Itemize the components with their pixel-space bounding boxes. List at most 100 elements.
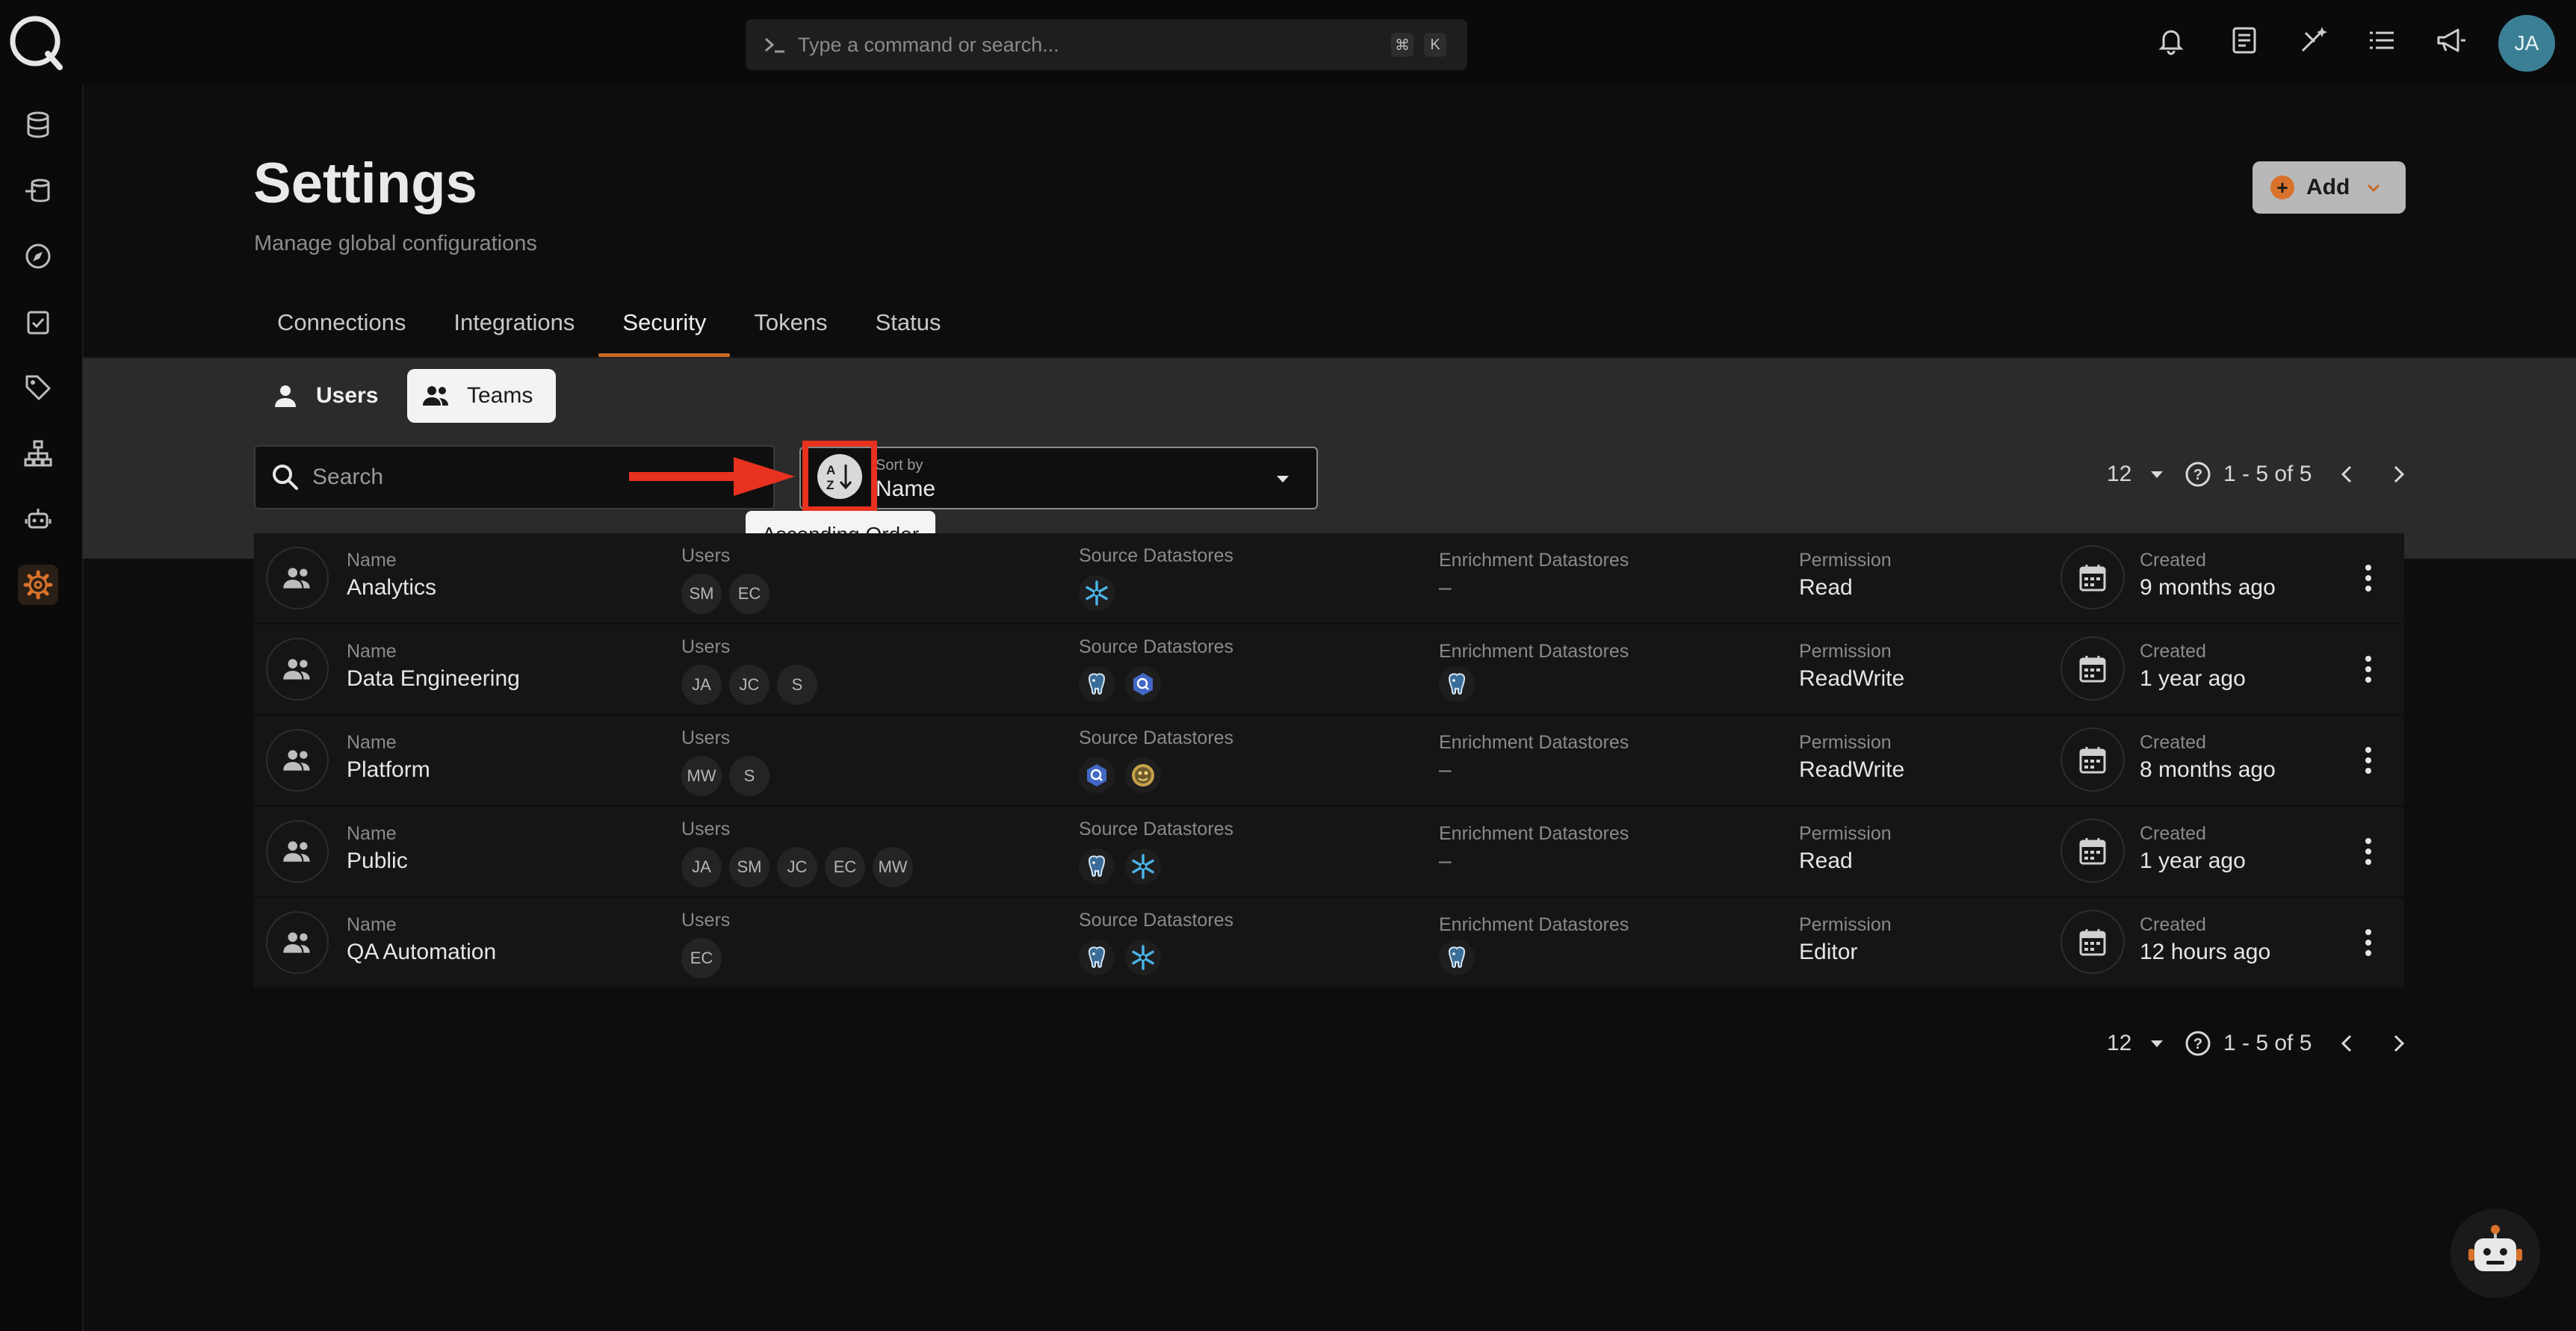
source-datastores-label: Source Datastores <box>1079 545 1234 566</box>
tab-integrations[interactable]: Integrations <box>430 299 598 357</box>
team-created: 1 year ago <box>2140 848 2246 873</box>
gear-icon <box>23 570 53 600</box>
chevron-left-icon[interactable] <box>2332 1028 2362 1058</box>
user-chip[interactable]: S <box>777 665 817 705</box>
user-chip[interactable]: EC <box>729 574 770 614</box>
sidebar-item-checks[interactable] <box>18 302 58 342</box>
user-chip[interactable]: SM <box>681 574 722 614</box>
team-name[interactable]: Public <box>347 848 408 874</box>
megaphone-icon[interactable] <box>2433 22 2468 58</box>
user-chip[interactable]: JC <box>729 665 770 705</box>
teams-toggle[interactable]: Teams <box>407 369 556 423</box>
sidebar-item-datastores[interactable] <box>18 105 58 145</box>
row-menu-button[interactable] <box>2353 560 2383 596</box>
user-chip[interactable]: JC <box>777 847 817 887</box>
tag-icon <box>25 375 51 400</box>
list-icon[interactable] <box>2364 22 2400 58</box>
calendar-icon <box>2079 929 2106 956</box>
row-menu-button[interactable] <box>2353 742 2383 778</box>
sidebar-item-tags[interactable] <box>18 367 58 408</box>
sidebar <box>0 85 84 1331</box>
assistant-bot-button[interactable] <box>2450 1209 2540 1298</box>
per-page-dropdown-icon[interactable] <box>2149 466 2165 483</box>
sidebar-item-explore[interactable] <box>18 236 58 276</box>
pagination-bottom: 12 ? 1 - 5 of 5 <box>2107 1025 2413 1062</box>
team-name[interactable]: Platform <box>347 757 430 783</box>
per-page-select[interactable]: 12 <box>2107 462 2134 487</box>
user-chip[interactable]: EC <box>825 847 865 887</box>
table-row[interactable]: Name Data Engineering Users JA JC S Source… <box>254 624 2404 716</box>
postgresql-icon[interactable] <box>1079 848 1115 884</box>
team-name[interactable]: QA Automation <box>347 940 496 965</box>
bigquery-icon[interactable] <box>1125 666 1161 702</box>
app-logo[interactable] <box>7 13 66 72</box>
user-chip[interactable]: SM <box>729 847 770 887</box>
postgresql-icon[interactable] <box>1079 940 1115 975</box>
row-menu-button[interactable] <box>2353 834 2383 869</box>
tab-security[interactable]: Security <box>598 299 731 357</box>
tab-tokens[interactable]: Tokens <box>730 299 851 357</box>
docs-icon[interactable] <box>2226 22 2262 58</box>
user-chip[interactable]: S <box>729 756 770 796</box>
sidebar-item-settings[interactable] <box>18 565 58 605</box>
created-label: Created <box>2140 914 2206 935</box>
help-icon[interactable]: ? <box>2185 1030 2211 1057</box>
users-toggle[interactable]: Users <box>253 369 378 423</box>
per-page-dropdown-icon[interactable] <box>2149 1035 2165 1052</box>
users-label: Users <box>681 727 731 748</box>
sidebar-item-enrichment[interactable] <box>18 170 58 211</box>
more-vertical-icon <box>2365 838 2371 865</box>
source-datastore-icons <box>1079 940 1171 975</box>
user-avatar[interactable]: JA <box>2498 15 2555 72</box>
row-menu-button[interactable] <box>2353 925 2383 961</box>
sidebar-item-flows[interactable] <box>18 433 58 474</box>
tab-connections[interactable]: Connections <box>253 299 430 357</box>
team-name[interactable]: Data Engineering <box>347 666 520 692</box>
user-chip[interactable]: JA <box>681 665 722 705</box>
calendar-icon <box>2079 838 2106 865</box>
postgresql-icon[interactable] <box>1439 940 1475 975</box>
postgresql-icon[interactable] <box>1079 666 1115 702</box>
chevron-right-icon[interactable] <box>2383 459 2413 489</box>
user-chip[interactable]: MW <box>873 847 913 887</box>
magic-wand-icon[interactable] <box>2295 22 2331 58</box>
row-menu-button[interactable] <box>2353 651 2383 687</box>
sort-direction-button[interactable]: A Z <box>802 441 877 512</box>
plus-icon: + <box>2270 176 2294 199</box>
tab-status[interactable]: Status <box>852 299 965 357</box>
table-row[interactable]: Name Platform Users MW S Source Datastore… <box>254 716 2404 807</box>
sort-by-select[interactable]: Sort by Name <box>799 447 1318 509</box>
svg-text:A: A <box>826 463 835 477</box>
team-name[interactable]: Analytics <box>347 575 436 601</box>
calendar-icon <box>2079 656 2106 683</box>
source-datastores-label: Source Datastores <box>1079 636 1234 657</box>
snowflake-icon[interactable] <box>1125 940 1161 975</box>
table-row[interactable]: Name Analytics Users SM EC Source Datasto… <box>254 533 2404 624</box>
help-icon[interactable]: ? <box>2185 461 2211 488</box>
add-button[interactable]: + Add <box>2253 161 2406 214</box>
bell-icon[interactable] <box>2153 22 2189 58</box>
team-avatar <box>266 638 329 701</box>
snowflake-icon[interactable] <box>1125 848 1161 884</box>
users-label: Users <box>681 819 731 840</box>
bigquery-icon[interactable] <box>1079 757 1115 793</box>
user-chip[interactable]: EC <box>681 938 722 978</box>
user-chips: SM EC <box>681 574 777 614</box>
table-row[interactable]: Name Public Users JA SM JC EC MW Source Data… <box>254 807 2404 898</box>
compass-icon <box>25 243 51 269</box>
users-label: Users <box>681 545 731 566</box>
chevron-left-icon[interactable] <box>2332 459 2362 489</box>
per-page-select[interactable]: 12 <box>2107 1031 2134 1056</box>
table-row[interactable]: Name QA Automation Users EC Source Datas… <box>254 898 2404 989</box>
user-chip[interactable]: JA <box>681 847 722 887</box>
chevron-right-icon[interactable] <box>2383 1028 2413 1058</box>
command-search-bar[interactable]: Type a command or search... ⌘ K <box>746 19 1467 70</box>
created-label: Created <box>2140 641 2206 662</box>
hive-icon[interactable] <box>1125 757 1161 793</box>
enrichment-empty: – <box>1439 575 1452 600</box>
sidebar-item-agents[interactable] <box>18 499 58 539</box>
user-chip[interactable]: MW <box>681 756 722 796</box>
snowflake-icon[interactable] <box>1079 575 1115 611</box>
postgresql-icon[interactable] <box>1439 666 1475 702</box>
more-vertical-icon <box>2365 656 2371 683</box>
